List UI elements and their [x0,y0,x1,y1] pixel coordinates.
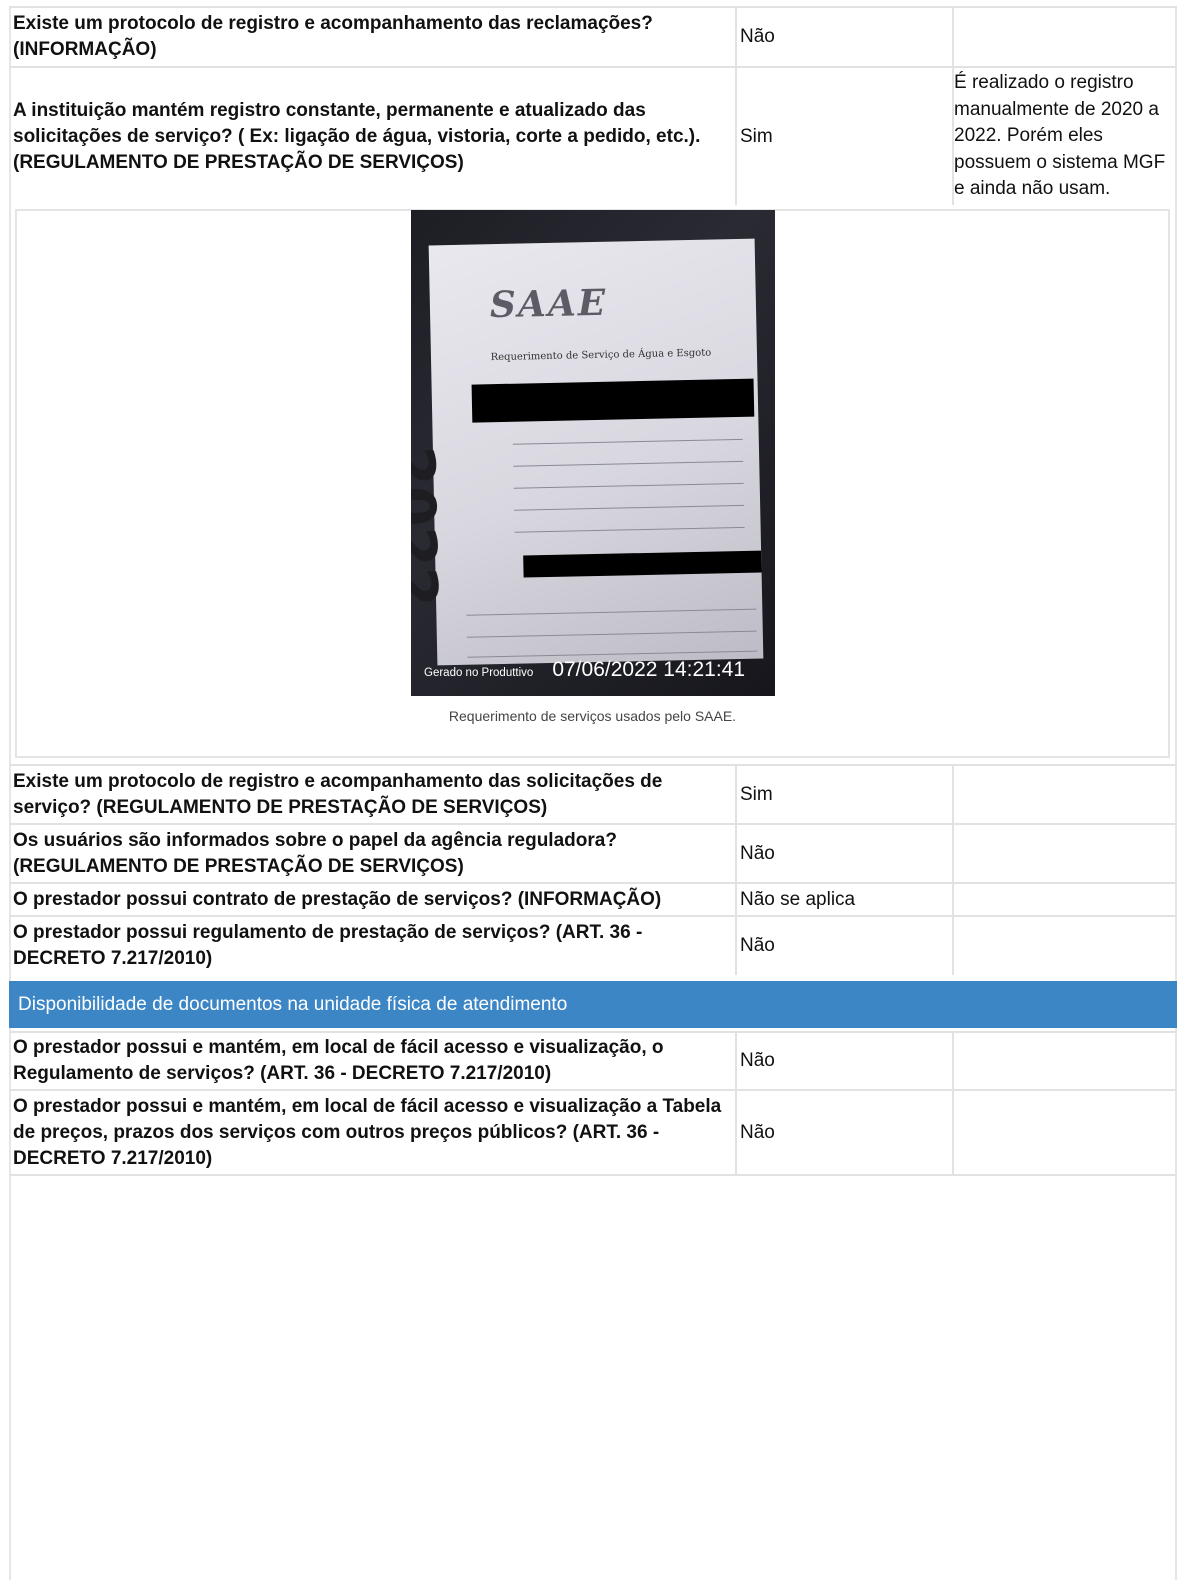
form-line [514,526,745,533]
question-cell: A instituição mantém registro constante,… [9,68,737,205]
question-cell: Existe um protocolo de registro e acompa… [9,766,737,823]
comment-cell [954,884,1177,915]
comment-cell [954,8,1177,66]
comment-cell [954,766,1177,823]
table-row: Existe um protocolo de registro e acompa… [9,764,1177,823]
question-cell: Os usuários são informados sobre o papel… [9,825,737,882]
question-cell: O prestador possui contrato de prestação… [9,884,737,915]
form-line [512,438,743,445]
answer-cell: Não [737,825,954,882]
form-line [513,460,744,467]
comment-cell [954,1091,1177,1175]
form-title: Requerimento de Serviço de Água e Esgoto [490,347,712,364]
form-line [514,504,745,511]
table-row: O prestador possui e mantém, em local de… [9,1089,1177,1175]
watermark-datetime: 07/06/2022 14:21:41 [552,658,746,681]
photo-watermark: Gerado no Produttivo 07/06/2022 14:21:41 [411,658,775,682]
redaction-bar [471,378,755,423]
year-mark: 2022 [411,445,451,608]
section-header: Disponibilidade de documentos na unidade… [9,981,1177,1028]
form-line [467,650,758,658]
table-row: O prestador possui regulamento de presta… [9,915,1177,975]
table-row: A instituição mantém registro constante,… [9,66,1177,205]
answer-cell: Sim [737,766,954,823]
saae-logo: SAAE [489,281,608,327]
table-row: Existe um protocolo de registro e acompa… [9,6,1177,66]
table-row: O prestador possui e mantém, em local de… [9,1031,1177,1089]
answer-cell: Sim [737,68,954,205]
form-line [466,630,757,638]
table-row: Os usuários são informados sobre o papel… [9,823,1177,882]
comment-cell [954,917,1177,975]
question-cell: Existe um protocolo de registro e acompa… [9,8,737,66]
table-bottom-border [9,1174,1177,1176]
comment-cell [954,1033,1177,1089]
question-cell: O prestador possui e mantém, em local de… [9,1033,737,1089]
comment-cell [954,825,1177,882]
watermark-app: Gerado no Produttivo [424,667,534,679]
answer-cell: Não se aplica [737,884,954,915]
image-caption: Requerimento de serviços usados pelo SAA… [448,708,737,724]
form-line [513,482,744,489]
answer-cell: Não [737,8,954,66]
redaction-bar [523,550,762,578]
service-request-form: SAAE Requerimento de Serviço de Água e E… [411,238,764,666]
answer-cell: Não [737,1091,954,1175]
question-cell: O prestador possui e mantém, em local de… [9,1091,737,1175]
answer-cell: Não [737,1033,954,1089]
comment-cell: É realizado o registro manualmente de 20… [954,72,1166,200]
evidence-photo: SAAE Requerimento de Serviço de Água e E… [411,210,775,696]
table-row: O prestador possui contrato de prestação… [9,882,1177,915]
answer-cell: Não [737,917,954,975]
form-line [466,608,757,616]
question-cell: O prestador possui regulamento de presta… [9,917,737,975]
